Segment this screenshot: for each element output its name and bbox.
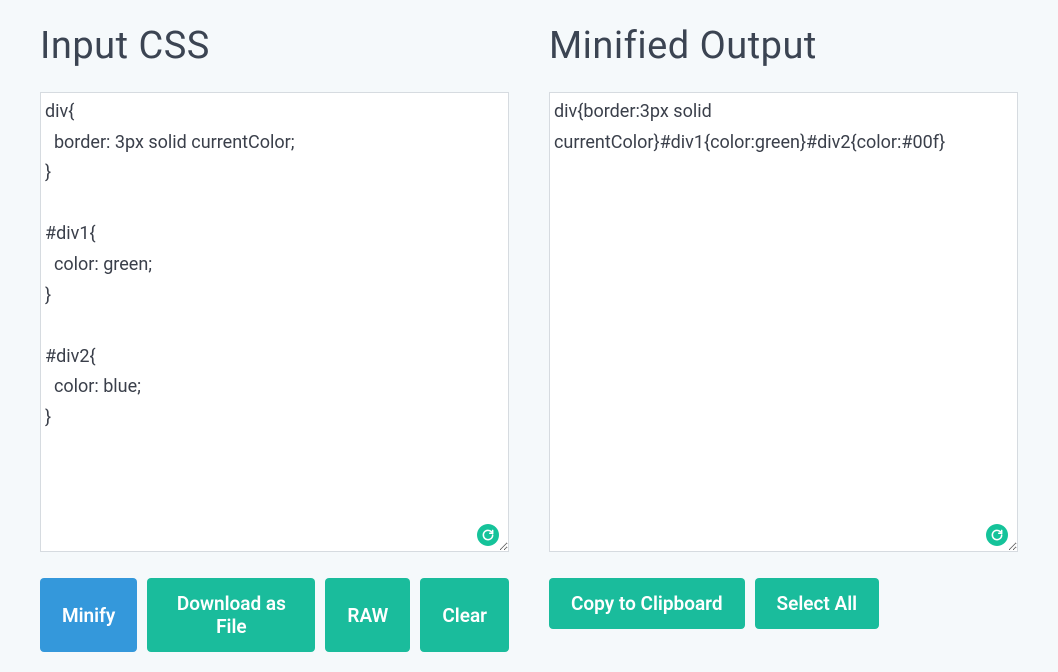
output-button-row: Copy to Clipboard Select All: [549, 578, 1018, 629]
input-title: Input CSS: [40, 24, 509, 68]
input-column: Input CSS Minify Download as File RAW Cl…: [40, 24, 509, 652]
input-button-row: Minify Download as File RAW Clear: [40, 578, 509, 652]
output-title: Minified Output: [549, 24, 1018, 68]
select-all-button[interactable]: Select All: [755, 578, 880, 629]
raw-button[interactable]: RAW: [325, 578, 410, 652]
output-column: Minified Output Copy to Clipboard Select…: [549, 24, 1018, 652]
download-as-file-button[interactable]: Download as File: [147, 578, 315, 652]
input-css-textarea[interactable]: [40, 92, 509, 552]
minify-button[interactable]: Minify: [40, 578, 137, 652]
output-css-textarea[interactable]: [549, 92, 1018, 552]
clear-button[interactable]: Clear: [420, 578, 509, 652]
copy-to-clipboard-button[interactable]: Copy to Clipboard: [549, 578, 745, 629]
output-textarea-wrap: [549, 92, 1018, 556]
input-textarea-wrap: [40, 92, 509, 556]
